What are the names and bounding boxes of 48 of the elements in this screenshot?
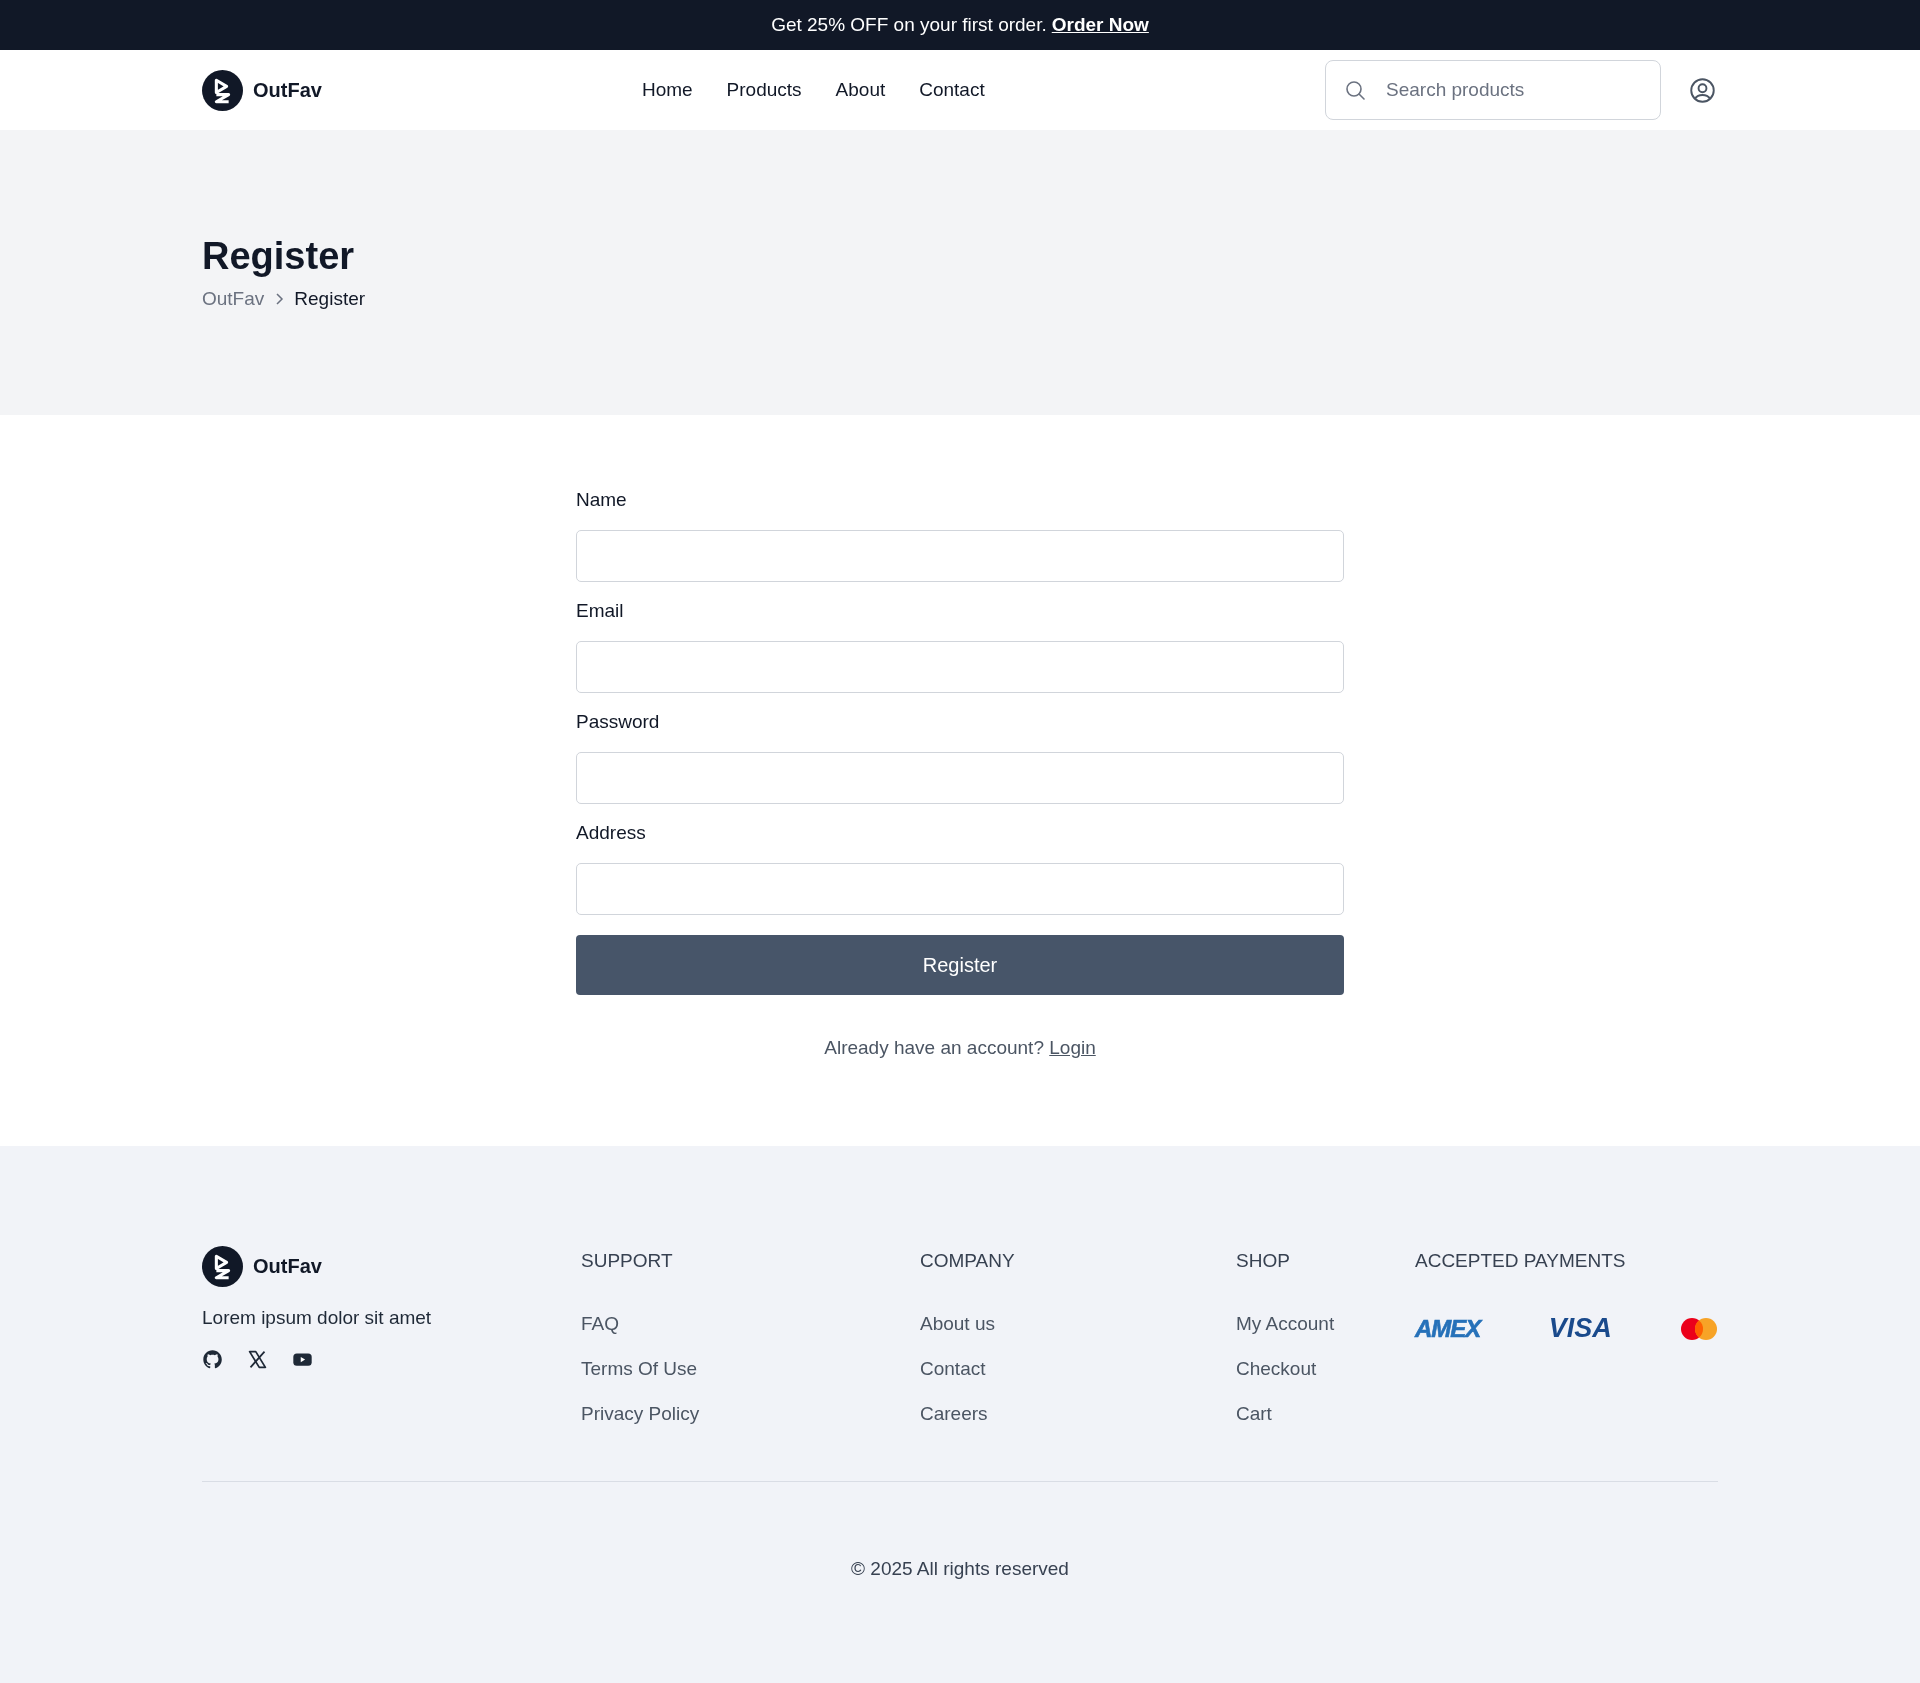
field-label: Password xyxy=(576,711,661,733)
promo-text: Get 25% OFF on your first order. xyxy=(771,14,1047,36)
user-account-icon[interactable] xyxy=(1689,76,1716,104)
tagline: Lorem ipsum dolor sit amet xyxy=(202,1307,433,1329)
input-field[interactable] xyxy=(576,863,1344,915)
footer-link[interactable]: Careers xyxy=(920,1403,1236,1425)
input-field[interactable] xyxy=(576,641,1344,693)
search-icon xyxy=(1343,78,1367,102)
nav-link[interactable]: About xyxy=(835,79,886,101)
footer-link[interactable]: Privacy Policy xyxy=(581,1403,920,1425)
register-button[interactable]: Register xyxy=(576,935,1344,995)
footer-link[interactable]: Contact xyxy=(920,1358,1236,1380)
page-title: Register xyxy=(202,235,356,278)
footer-link[interactable]: My Account xyxy=(1236,1313,1415,1335)
amex-logo: AMEX xyxy=(1415,1314,1481,1343)
footer-link[interactable]: Terms Of Use xyxy=(581,1358,920,1380)
search-field[interactable]: Search products xyxy=(1325,60,1661,120)
logo-icon xyxy=(202,1246,243,1287)
footer-heading: ACCEPTED PAYMENTS xyxy=(1415,1250,1627,1272)
field-label: Email xyxy=(576,600,625,622)
visa-logo: VISA xyxy=(1548,1313,1612,1344)
logo-icon xyxy=(202,69,243,111)
order-now-link[interactable]: Order Now xyxy=(1051,14,1149,36)
footer-link[interactable]: Checkout xyxy=(1236,1358,1415,1380)
nav-link[interactable]: Products xyxy=(726,79,802,101)
copyright-text: © 2025 All rights reserved xyxy=(850,1558,1070,1580)
login-prompt: Already have an account? Login xyxy=(823,1037,1097,1059)
login-link[interactable]: Login xyxy=(1049,1037,1096,1058)
nav-link[interactable]: Home xyxy=(641,79,693,101)
brand-name: OutFav xyxy=(253,78,322,102)
github-icon[interactable] xyxy=(202,1349,223,1370)
x-icon[interactable] xyxy=(247,1349,268,1370)
input-field[interactable] xyxy=(576,752,1344,804)
footer-link[interactable]: FAQ xyxy=(581,1313,920,1335)
field-label: Name xyxy=(576,489,628,511)
footer-link[interactable]: About us xyxy=(920,1313,1236,1335)
footer-heading: COMPANY xyxy=(920,1250,1016,1272)
footer-heading: SHOP xyxy=(1236,1250,1291,1272)
chevron-right-icon xyxy=(274,292,285,306)
field-label: Address xyxy=(576,822,647,844)
footer-link[interactable]: Cart xyxy=(1236,1403,1415,1425)
brand-name: OutFav xyxy=(253,1255,322,1278)
breadcrumb-link[interactable]: OutFav xyxy=(202,288,265,310)
mastercard-logo xyxy=(1680,1316,1718,1341)
nav-link[interactable]: Contact xyxy=(919,79,985,101)
footer-heading: SUPPORT xyxy=(581,1250,674,1272)
breadcrumb-current: Register xyxy=(294,288,366,310)
input-field[interactable] xyxy=(576,530,1344,582)
